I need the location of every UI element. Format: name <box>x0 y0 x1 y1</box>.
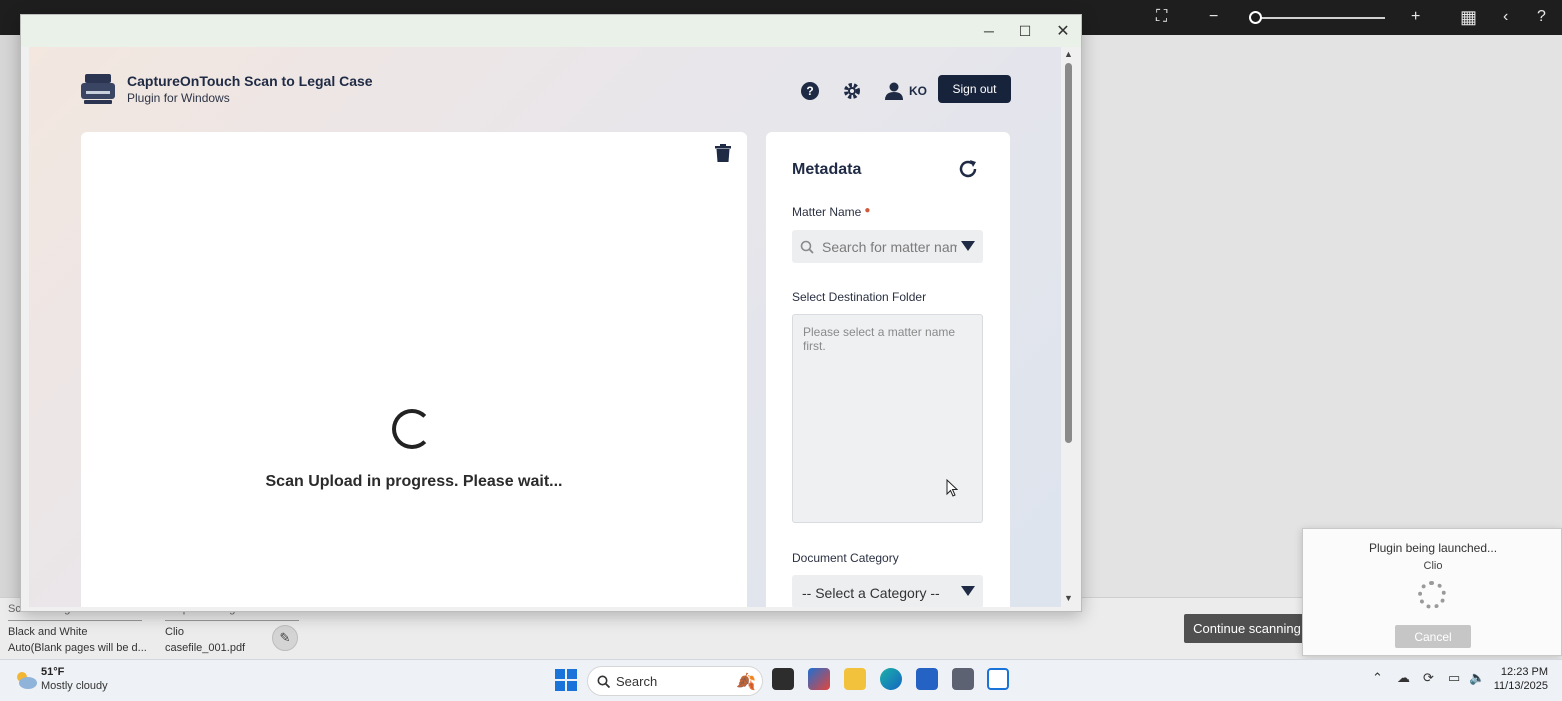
upload-spinner-icon <box>392 409 432 449</box>
task-view-icon[interactable] <box>772 668 794 690</box>
clock-date[interactable]: 11/13/2025 <box>1490 680 1548 692</box>
scroll-down-icon[interactable]: ▼ <box>1064 593 1073 603</box>
divider <box>165 620 299 621</box>
scrollbar-thumb[interactable] <box>1065 63 1072 443</box>
zoom-in-icon[interactable]: + <box>1411 6 1420 28</box>
document-category-label: Document Category <box>792 551 899 565</box>
required-indicator: ● <box>864 205 871 216</box>
continue-scanning-button[interactable]: Continue scanning <box>1184 614 1310 643</box>
help-icon[interactable]: ? <box>801 82 819 100</box>
color-mode-value: Black and White <box>8 626 88 638</box>
loading-spinner-icon <box>1418 581 1446 609</box>
metadata-title: Metadata <box>792 161 862 178</box>
svg-text:?: ? <box>806 84 813 98</box>
sync-icon[interactable]: ⟳ <box>1423 670 1434 686</box>
host-side-strip <box>0 35 20 605</box>
zoom-slider-track[interactable] <box>1255 17 1385 19</box>
output-file-value: casefile_001.pdf <box>165 642 246 654</box>
refresh-icon[interactable] <box>958 159 978 179</box>
taskbar-search-label: Search <box>616 673 658 689</box>
toast-cancel-button[interactable]: Cancel <box>1395 625 1471 648</box>
scanner-logo-icon <box>81 74 115 104</box>
user-icon[interactable] <box>885 82 903 100</box>
matter-name-input[interactable] <box>822 238 957 255</box>
user-initials[interactable]: KO <box>909 84 927 98</box>
toast-subtitle: Clio <box>1423 560 1443 572</box>
plugin-window: ─ ☐ ✕ CaptureOnTouch Scan to Legal Case … <box>20 14 1082 612</box>
vertical-scrollbar[interactable]: ▲ ▼ <box>1061 47 1077 607</box>
window-titlebar[interactable]: ─ ☐ ✕ <box>21 15 1081 47</box>
clock-time[interactable]: 12:23 PM <box>1500 666 1548 678</box>
help-icon[interactable]: ? <box>1537 6 1546 28</box>
fit-screen-icon[interactable]: ⛶ <box>1156 6 1167 28</box>
app-subtitle: Plugin for Windows <box>127 91 230 105</box>
news-app-icon[interactable] <box>808 668 830 690</box>
chevron-down-icon[interactable] <box>961 241 975 251</box>
search-icon <box>597 675 610 688</box>
windows-start-icon[interactable] <box>555 669 577 691</box>
matter-name-label: Matter Name ● <box>792 205 871 219</box>
chevron-down-icon[interactable] <box>961 586 975 596</box>
edit-output-button[interactable]: ✎ <box>272 625 298 651</box>
cloud-offline-icon[interactable]: ☁ <box>1397 670 1410 686</box>
chevron-up-icon[interactable]: ⌃ <box>1372 670 1383 686</box>
host-preview-area <box>1082 35 1562 597</box>
taskbar-search-box[interactable]: Search 🍂 <box>587 666 763 696</box>
zoom-slider-handle[interactable] <box>1249 11 1262 24</box>
scanner-app-icon[interactable] <box>952 668 974 690</box>
plugin-launch-toast: Plugin being launched... Clio Cancel <box>1302 528 1562 656</box>
mouse-cursor-icon <box>946 479 958 497</box>
toast-title: Plugin being launched... <box>1368 541 1498 555</box>
blank-page-value: Auto(Blank pages will be d... <box>8 642 147 654</box>
pencil-icon: ✎ <box>279 630 291 645</box>
trash-icon[interactable] <box>715 144 731 162</box>
app-title: CaptureOnTouch Scan to Legal Case <box>127 73 373 89</box>
search-icon <box>800 240 814 254</box>
weather-description[interactable]: Mostly cloudy <box>41 680 108 692</box>
document-category-value: -- Select a Category -- <box>802 585 940 601</box>
weather-cloud-icon[interactable] <box>14 670 38 690</box>
gear-icon[interactable] <box>843 82 861 100</box>
store-app-icon[interactable] <box>916 668 938 690</box>
network-icon[interactable]: ▭ <box>1448 670 1460 686</box>
grid-view-icon[interactable]: ▦ <box>1460 6 1477 28</box>
chevron-left-icon[interactable]: ‹ <box>1503 6 1508 28</box>
volume-icon[interactable]: 🔈 <box>1469 670 1485 686</box>
upload-status-message: Scan Upload in progress. Please wait... <box>265 473 563 490</box>
edge-browser-icon[interactable] <box>880 668 902 690</box>
matter-name-combobox[interactable] <box>792 230 983 263</box>
output-target-value: Clio <box>165 626 184 638</box>
metadata-panel: Metadata Matter Name● Select Destination… <box>766 132 1010 607</box>
divider <box>8 620 142 621</box>
scan-preview-panel: Scan Upload in progress. Please wait... <box>81 132 747 607</box>
windows-taskbar: 51°F Mostly cloudy Search 🍂 ⌃ ☁ ⟳ ▭ 🔈 12… <box>0 659 1562 701</box>
zoom-out-icon[interactable]: − <box>1209 6 1218 28</box>
sign-out-button[interactable]: Sign out <box>938 75 1011 103</box>
destination-folder-label: Select Destination Folder <box>792 290 927 304</box>
document-category-select[interactable]: -- Select a Category -- <box>792 575 983 607</box>
scroll-up-icon[interactable]: ▲ <box>1064 49 1073 59</box>
search-highlight-icon: 🍂 <box>736 674 756 691</box>
plugin-app-icon[interactable] <box>987 668 1009 690</box>
weather-temperature[interactable]: 51°F <box>41 666 64 678</box>
close-icon[interactable]: ✕ <box>1051 19 1075 43</box>
plugin-content: CaptureOnTouch Scan to Legal Case Plugin… <box>29 47 1067 607</box>
maximize-icon[interactable]: ☐ <box>1013 19 1037 43</box>
minimize-icon[interactable]: ─ <box>977 19 1001 43</box>
file-explorer-icon[interactable] <box>844 668 866 690</box>
